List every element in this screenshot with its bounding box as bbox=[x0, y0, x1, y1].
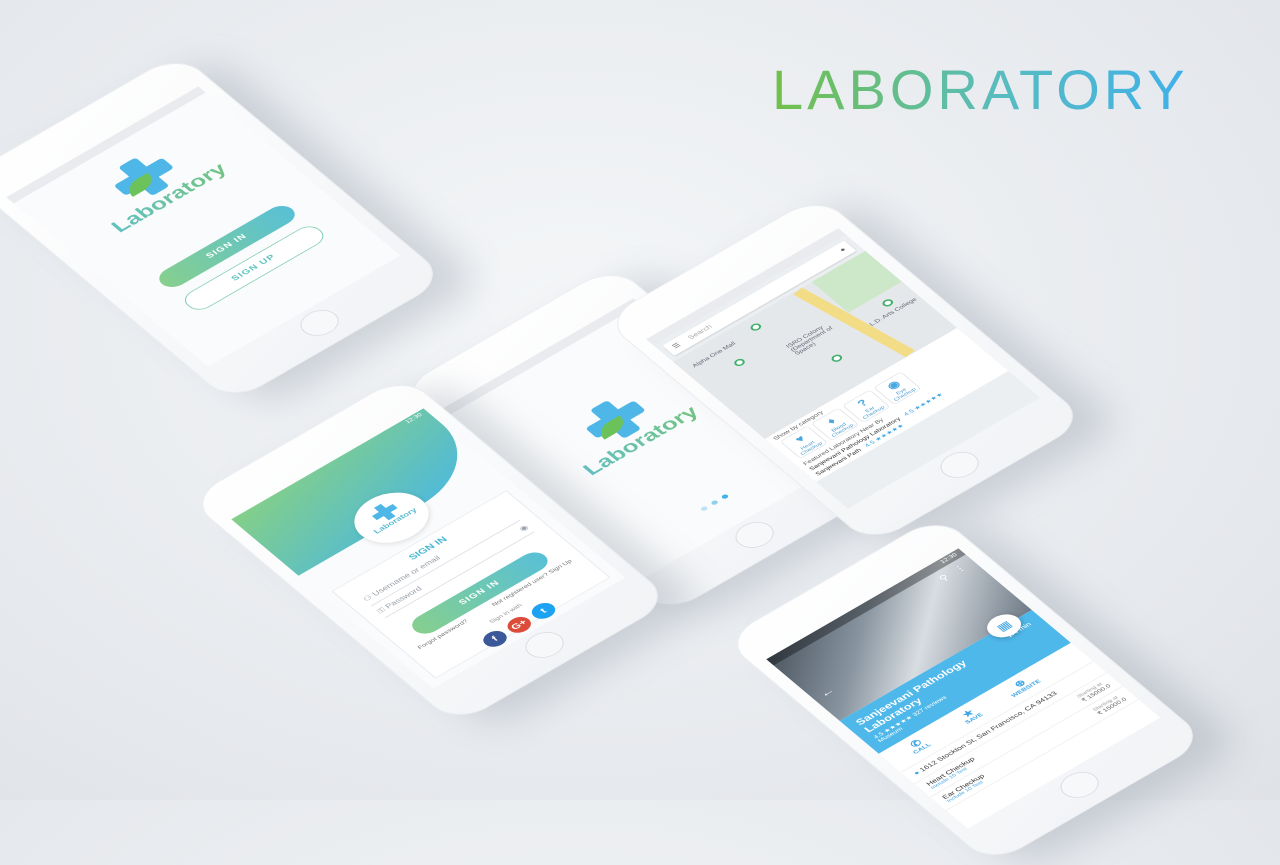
map-place-label: ISRO Colony (Department of Space) bbox=[785, 325, 835, 357]
phone-detail: 12:30 ← ⚲ ⋮ ▦ Sanjeevani Pathology Labor… bbox=[722, 514, 1208, 865]
loading-dot bbox=[720, 493, 730, 500]
facebook-icon[interactable]: f bbox=[478, 627, 512, 651]
eye-icon[interactable]: ◉ bbox=[514, 520, 534, 535]
mic-icon[interactable]: ● bbox=[835, 244, 851, 257]
page-heading: LABORATORY bbox=[772, 58, 1189, 121]
auth-screen: Laboratory SIGN IN SIGN UP bbox=[6, 86, 401, 367]
loading-dot bbox=[710, 499, 720, 506]
map-pin-icon[interactable] bbox=[829, 353, 845, 364]
search-input[interactable]: Search bbox=[686, 323, 713, 340]
map-pin-icon[interactable] bbox=[748, 322, 764, 333]
search-icon[interactable]: ⚲ bbox=[936, 573, 951, 583]
phone-auth: Laboratory SIGN IN SIGN UP bbox=[0, 52, 448, 404]
map-pin-icon[interactable] bbox=[880, 297, 896, 308]
twitter-icon[interactable]: t bbox=[527, 599, 560, 623]
status-bar: 12:30 bbox=[766, 548, 966, 666]
detail-screen: 12:30 ← ⚲ ⋮ ▦ Sanjeevani Pathology Labor… bbox=[766, 548, 1161, 829]
more-icon[interactable]: ⋮ bbox=[951, 563, 969, 575]
status-time: 12:30 bbox=[939, 552, 959, 565]
map-place-label: Alpha One Mall bbox=[691, 341, 738, 369]
map-pin-icon[interactable] bbox=[732, 357, 747, 368]
loading-dot bbox=[699, 505, 709, 512]
google-plus-icon[interactable]: G+ bbox=[503, 613, 536, 637]
menu-icon[interactable]: ☰ bbox=[668, 339, 686, 353]
back-arrow-icon[interactable]: ← bbox=[816, 684, 838, 699]
